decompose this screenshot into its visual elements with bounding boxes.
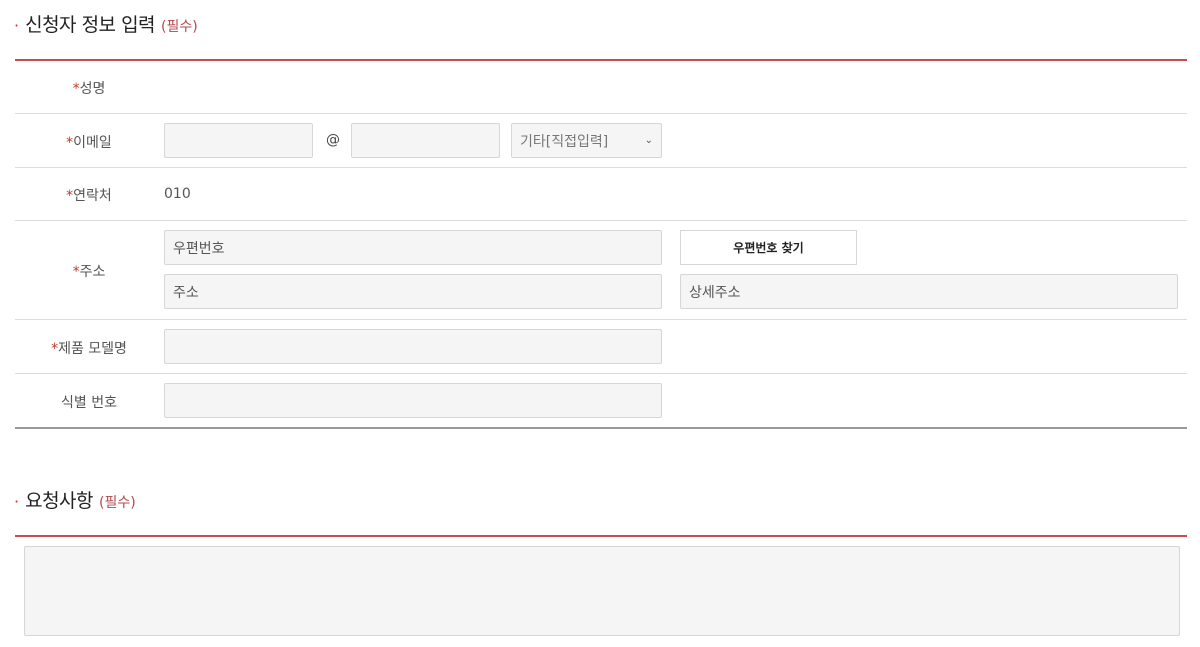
section-title-text: 요청사항 [25,490,94,512]
select-value: 기타[직접입력] [520,133,609,150]
model-input[interactable] [164,329,662,364]
applicant-form: *성명 *이메일 @ 기타[직접입력] ⌄ *연락처 010 *주소 우편번호 … [15,61,1187,429]
required-star: * [51,341,59,357]
find-zipcode-button[interactable]: 우편번호 찾기 [680,230,857,265]
label-phone: *연락처 [15,185,163,205]
required-tag: (필수) [161,19,198,35]
address-detail-input[interactable]: 상세주소 [680,274,1178,309]
row-serial: 식별 번호 [15,374,1187,429]
email-at-sign: @ [326,132,340,148]
applicant-section-title: · 신청자 정보 입력 (필수) [14,10,198,37]
address-input[interactable]: 주소 [164,274,662,309]
chevron-down-icon: ⌄ [644,135,653,146]
label-text: 제품 모델명 [58,341,127,357]
label-model: *제품 모델명 [15,338,163,358]
section-bullet: · [14,492,20,511]
row-name: *성명 [15,61,1187,114]
email-domain-input[interactable] [351,123,500,158]
section-divider [15,535,1187,537]
serial-input[interactable] [164,383,662,418]
required-tag: (필수) [99,495,136,511]
label-text: 연락처 [73,188,112,204]
label-text: 주소 [79,264,106,280]
row-address: *주소 우편번호 우편번호 찾기 주소 상세주소 [15,221,1187,320]
request-textarea[interactable] [24,546,1180,636]
row-email: *이메일 @ 기타[직접입력] ⌄ [15,114,1187,168]
row-phone: *연락처 010 [15,168,1187,221]
request-section-title: · 요청사항 (필수) [14,486,136,513]
label-text: 성명 [79,81,106,97]
zipcode-input[interactable]: 우편번호 [164,230,662,265]
row-model: *제품 모델명 [15,320,1187,374]
section-bullet: · [14,16,20,35]
label-text: 이메일 [73,135,112,151]
section-title-text: 신청자 정보 입력 [25,14,156,36]
required-star: * [72,264,80,280]
label-email: *이메일 [15,132,163,152]
label-serial: 식별 번호 [15,392,163,412]
label-address: *주소 [15,261,163,281]
label-name: *성명 [15,78,163,98]
label-text: 식별 번호 [61,395,117,411]
phone-prefix: 010 [164,186,191,202]
required-star: * [72,81,80,97]
email-domain-select[interactable]: 기타[직접입력] ⌄ [511,123,662,158]
email-local-input[interactable] [164,123,313,158]
